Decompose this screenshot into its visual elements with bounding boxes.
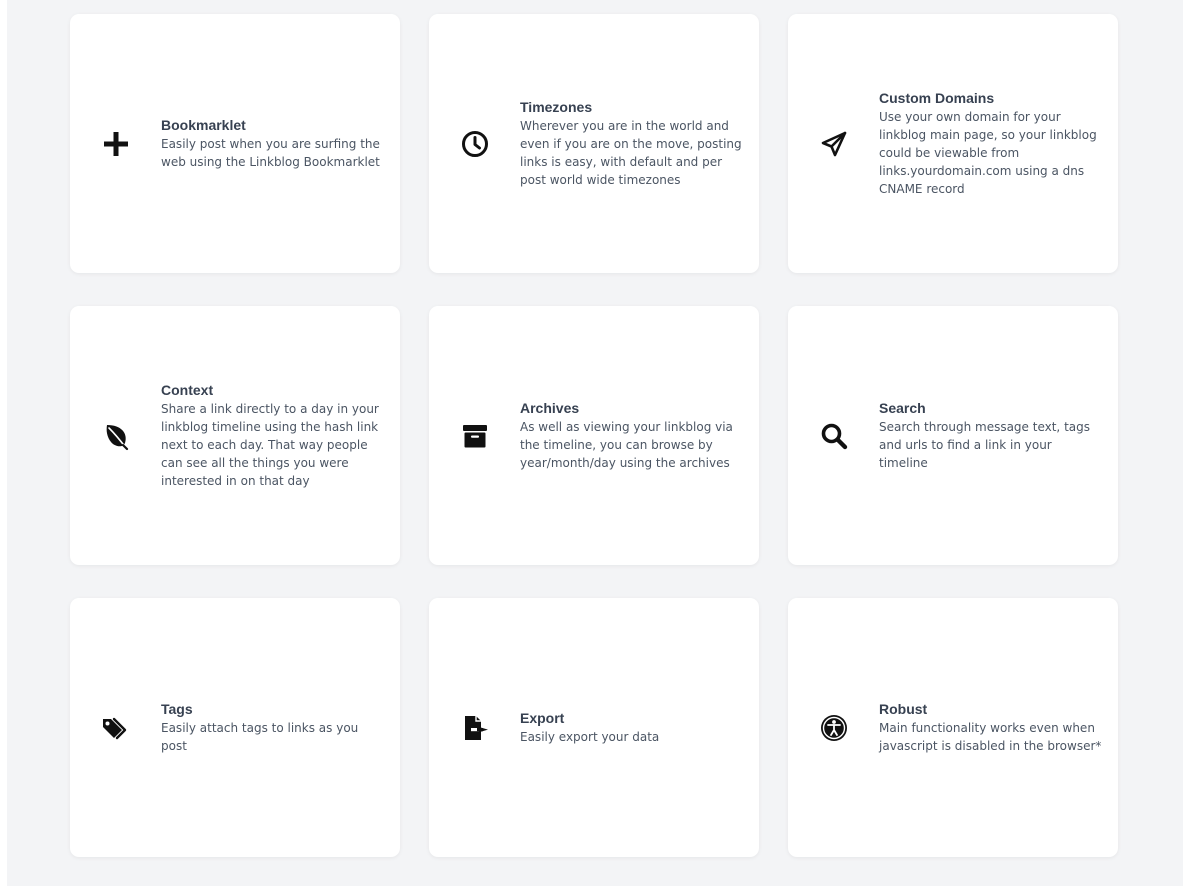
feature-text: Robust Main functionality works even whe… xyxy=(879,700,1104,755)
universal-access-icon xyxy=(817,711,851,745)
feature-description: As well as viewing your linkblog via the… xyxy=(520,420,733,470)
feature-title: Bookmarklet xyxy=(161,117,246,133)
features-section: Bookmarklet Easily post when you are sur… xyxy=(7,0,1183,886)
feature-title: Timezones xyxy=(520,99,593,115)
feature-title: Search xyxy=(879,400,926,416)
feature-title: Export xyxy=(520,710,565,726)
feature-text: Search Search through message text, tags… xyxy=(879,399,1104,472)
tags-icon xyxy=(99,711,133,745)
feature-card-archives: Archives As well as viewing your linkblo… xyxy=(429,306,759,565)
leaf-icon xyxy=(99,419,133,453)
feature-card-export: Export Easily export your data xyxy=(429,598,759,857)
feature-description: Easily post when you are surfing the web… xyxy=(161,137,380,169)
feature-text: Bookmarklet Easily post when you are sur… xyxy=(161,116,386,171)
feature-description: Easily attach tags to links as you post xyxy=(161,721,359,753)
clock-icon xyxy=(458,127,492,161)
feature-description: Search through message text, tags and ur… xyxy=(879,420,1090,470)
feature-description: Easily export your data xyxy=(520,730,660,744)
plus-icon xyxy=(99,127,133,161)
archive-box-icon xyxy=(458,419,492,453)
feature-card-robust: Robust Main functionality works even whe… xyxy=(788,598,1118,857)
feature-description: Use your own domain for your linkblog ma… xyxy=(879,110,1097,196)
feature-text: Archives As well as viewing your linkblo… xyxy=(520,399,745,472)
feature-text: Tags Easily attach tags to links as you … xyxy=(161,700,386,755)
feature-text: Context Share a link directly to a day i… xyxy=(161,381,386,490)
feature-text: Custom Domains Use your own domain for y… xyxy=(879,89,1104,198)
feature-text: Export Easily export your data xyxy=(520,709,745,746)
features-grid: Bookmarklet Easily post when you are sur… xyxy=(70,14,1118,857)
feature-description: Main functionality works even when javas… xyxy=(879,721,1102,753)
feature-card-bookmarklet: Bookmarklet Easily post when you are sur… xyxy=(70,14,400,273)
feature-card-tags: Tags Easily attach tags to links as you … xyxy=(70,598,400,857)
feature-title: Custom Domains xyxy=(879,90,995,106)
feature-description: Wherever you are in the world and even i… xyxy=(520,119,742,187)
feature-title: Context xyxy=(161,382,214,398)
feature-text: Timezones Wherever you are in the world … xyxy=(520,98,745,189)
feature-description: Share a link directly to a day in your l… xyxy=(161,402,379,488)
feature-card-custom-domains: Custom Domains Use your own domain for y… xyxy=(788,14,1118,273)
paper-plane-icon xyxy=(817,127,851,161)
feature-title: Tags xyxy=(161,701,193,717)
feature-title: Robust xyxy=(879,701,928,717)
search-icon xyxy=(817,419,851,453)
feature-card-search: Search Search through message text, tags… xyxy=(788,306,1118,565)
file-export-icon xyxy=(458,711,492,745)
feature-card-context: Context Share a link directly to a day i… xyxy=(70,306,400,565)
feature-card-timezones: Timezones Wherever you are in the world … xyxy=(429,14,759,273)
feature-title: Archives xyxy=(520,400,580,416)
